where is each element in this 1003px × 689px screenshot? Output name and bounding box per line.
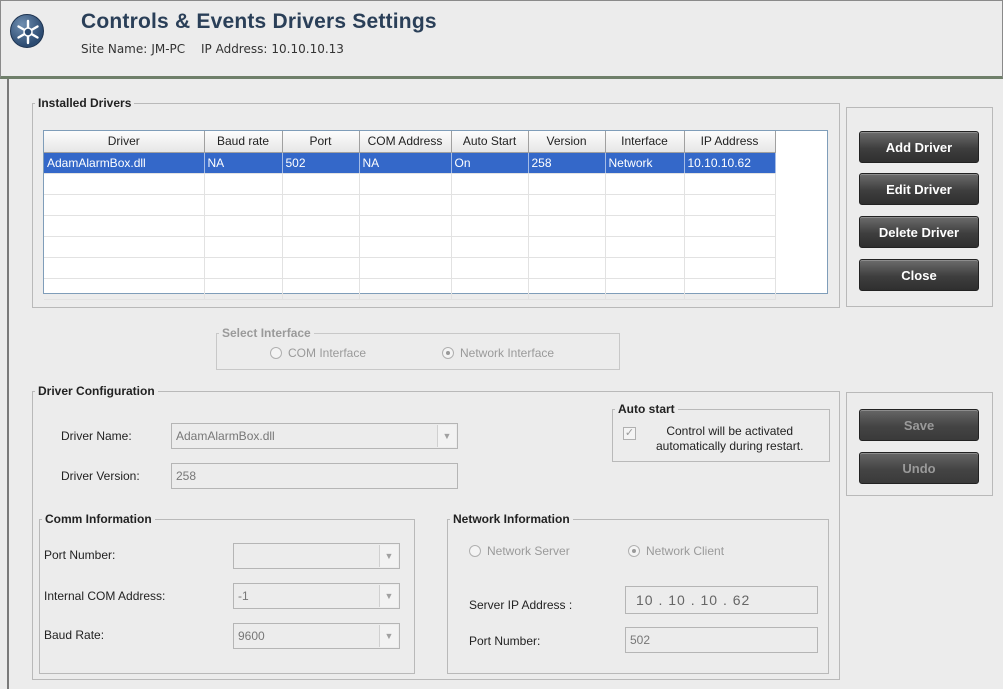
app-logo-icon bbox=[10, 14, 44, 48]
column-header-ip-address[interactable]: IP Address bbox=[684, 131, 776, 153]
network-interface-label: Network Interface bbox=[460, 346, 555, 360]
driver-version-label: Driver Version: bbox=[61, 469, 140, 483]
installed-drivers-legend: Installed Drivers bbox=[38, 96, 132, 110]
ip-octet-1: 10 bbox=[636, 592, 654, 608]
table-row[interactable]: AdamAlarmBox.dll NA 502 NA On 258 Networ… bbox=[44, 152, 776, 174]
column-header-interface[interactable]: Interface bbox=[605, 131, 685, 153]
column-header-port[interactable]: Port bbox=[282, 131, 360, 153]
comm-information-legend: Comm Information bbox=[45, 512, 152, 526]
empty-row bbox=[44, 173, 776, 195]
auto-start-checkbox[interactable]: ✓ bbox=[623, 427, 636, 440]
driver-name-select[interactable]: AdamAlarmBox.dll ▼ bbox=[171, 423, 458, 449]
driver-name-label: Driver Name: bbox=[61, 429, 132, 443]
baud-rate-label: Baud Rate: bbox=[44, 628, 105, 642]
server-ip-address-field[interactable]: 10 . 10 . 10 . 62 bbox=[625, 586, 818, 614]
close-button[interactable]: Close bbox=[859, 259, 979, 291]
baud-rate-value: 9600 bbox=[238, 629, 265, 643]
cell-com-address: NA bbox=[359, 152, 452, 174]
cell-interface: Network bbox=[605, 152, 685, 174]
ip-octet-3: 10 bbox=[700, 592, 719, 608]
auto-start-description: Control will be activated automatically … bbox=[656, 424, 803, 454]
delete-driver-button[interactable]: Delete Driver bbox=[859, 216, 979, 248]
chevron-down-icon: ▼ bbox=[379, 545, 398, 567]
cell-version: 258 bbox=[528, 152, 606, 174]
save-button[interactable]: Save bbox=[859, 409, 979, 441]
column-header-com-address[interactable]: COM Address bbox=[359, 131, 452, 153]
network-port-number-field[interactable]: 502 bbox=[625, 627, 818, 653]
network-interface-radio[interactable]: Network Interface bbox=[442, 346, 554, 360]
cell-port: 502 bbox=[282, 152, 360, 174]
com-interface-label: COM Interface bbox=[288, 346, 367, 360]
table-header-row: Driver Baud rate Port COM Address Auto S… bbox=[44, 131, 776, 153]
column-header-auto-start[interactable]: Auto Start bbox=[451, 131, 529, 153]
port-number-label: Port Number: bbox=[44, 548, 116, 562]
empty-row bbox=[44, 278, 776, 300]
window-left-edge bbox=[7, 79, 9, 689]
cell-baud-rate: NA bbox=[204, 152, 283, 174]
radio-unchecked-icon bbox=[469, 545, 481, 557]
radio-unchecked-icon bbox=[270, 347, 282, 359]
driver-configuration-legend: Driver Configuration bbox=[38, 384, 155, 398]
baud-rate-select[interactable]: 9600 ▼ bbox=[233, 623, 400, 649]
network-information-legend: Network Information bbox=[453, 512, 570, 526]
ip-address-value: 10.10.10.13 bbox=[271, 42, 344, 56]
internal-com-address-value: -1 bbox=[238, 589, 249, 603]
checkmark-icon: ✓ bbox=[624, 427, 635, 439]
internal-com-address-label: Internal COM Address: bbox=[44, 589, 166, 603]
chevron-down-icon: ▼ bbox=[379, 625, 398, 647]
auto-start-text-line2: automatically during restart. bbox=[656, 439, 804, 453]
network-client-radio[interactable]: Network Client bbox=[628, 544, 724, 558]
empty-row bbox=[44, 236, 776, 258]
auto-start-legend: Auto start bbox=[618, 402, 675, 416]
com-interface-radio[interactable]: COM Interface bbox=[270, 346, 366, 360]
column-header-driver[interactable]: Driver bbox=[44, 131, 205, 153]
chevron-down-icon: ▼ bbox=[437, 425, 456, 447]
cell-ip-address: 10.10.10.62 bbox=[684, 152, 776, 174]
site-name-label: Site Name: bbox=[81, 42, 148, 56]
network-port-number-label: Port Number: bbox=[469, 634, 541, 648]
driver-name-value: AdamAlarmBox.dll bbox=[176, 429, 275, 443]
cell-auto-start: On bbox=[451, 152, 529, 174]
edit-driver-button[interactable]: Edit Driver bbox=[859, 173, 979, 205]
page-title: Controls & Events Drivers Settings bbox=[81, 10, 437, 33]
radio-checked-icon bbox=[628, 545, 640, 557]
network-client-label: Network Client bbox=[646, 544, 725, 558]
column-header-baud-rate[interactable]: Baud rate bbox=[204, 131, 283, 153]
ip-octet-2: 10 bbox=[668, 592, 686, 608]
internal-com-address-select[interactable]: -1 ▼ bbox=[233, 583, 400, 609]
empty-row bbox=[44, 194, 776, 216]
select-interface-legend: Select Interface bbox=[222, 326, 311, 340]
add-driver-button[interactable]: Add Driver bbox=[859, 131, 979, 163]
site-info: Site Name: JM-PC IP Address: 10.10.10.13 bbox=[81, 42, 348, 56]
ip-octet-4: 62 bbox=[732, 592, 751, 608]
radio-checked-icon bbox=[442, 347, 454, 359]
empty-row bbox=[44, 215, 776, 237]
site-name-value: JM-PC bbox=[151, 42, 186, 56]
network-server-label: Network Server bbox=[487, 544, 570, 558]
server-ip-address-label: Server IP Address : bbox=[469, 598, 573, 612]
empty-row bbox=[44, 257, 776, 279]
column-header-version[interactable]: Version bbox=[528, 131, 606, 153]
drivers-table[interactable]: Driver Baud rate Port COM Address Auto S… bbox=[43, 130, 828, 300]
ip-address-label: IP Address: bbox=[200, 42, 268, 56]
cell-driver: AdamAlarmBox.dll bbox=[44, 152, 205, 174]
network-server-radio[interactable]: Network Server bbox=[469, 544, 570, 558]
port-number-select[interactable]: ▼ bbox=[233, 543, 400, 569]
undo-button[interactable]: Undo bbox=[859, 452, 979, 484]
chevron-down-icon: ▼ bbox=[379, 585, 398, 607]
auto-start-text-line1: Control will be activated bbox=[666, 424, 794, 438]
driver-version-field[interactable]: 258 bbox=[171, 463, 458, 489]
